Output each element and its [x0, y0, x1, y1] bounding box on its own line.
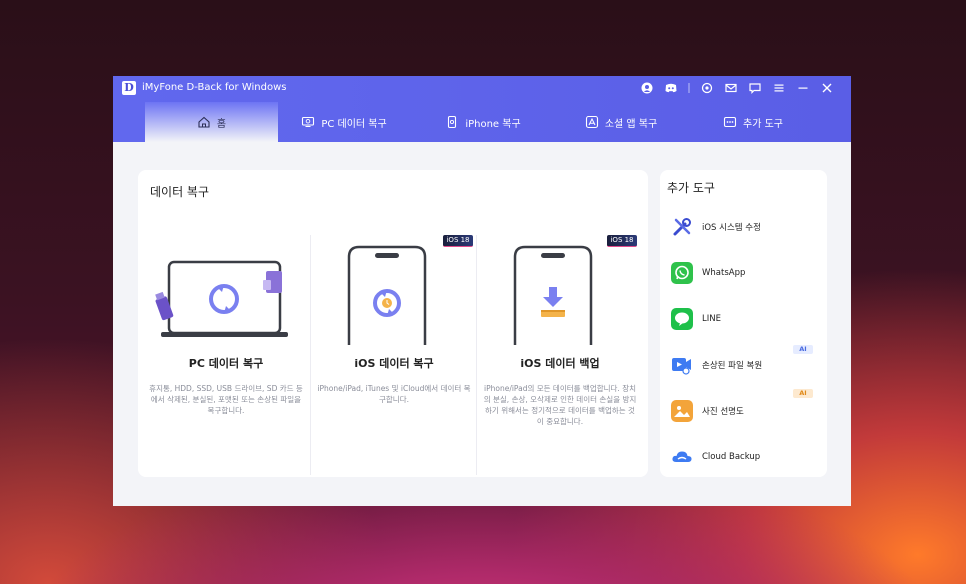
ai-badge: AI	[793, 345, 813, 354]
tool-line[interactable]: LINE	[671, 306, 821, 332]
tool-whatsapp[interactable]: WhatsApp	[671, 260, 821, 286]
panel-title: 데이터 복구	[150, 185, 210, 199]
line-icon	[671, 308, 693, 330]
card-pc-recovery[interactable]: PC 데이터 복구 휴지통, HDD, SSD, USB 드라이브, SD 카드…	[143, 235, 309, 475]
card-desc: iPhone/iPad의 모든 데이터를 백업합니다. 장치의 분실, 손상, …	[483, 384, 637, 426]
ai-badge: AI	[793, 389, 813, 398]
card-title: iOS 데이터 백업	[520, 357, 600, 370]
tool-photo-enhance[interactable]: 사진 선명도 AI	[671, 389, 821, 424]
menu-icon[interactable]	[767, 79, 791, 97]
tab-iphone-recovery[interactable]: iPhone 복구	[433, 102, 533, 142]
minimize-icon[interactable]	[791, 79, 815, 97]
tab-home[interactable]: 홈	[145, 102, 278, 142]
card-title: PC 데이터 복구	[188, 357, 264, 370]
card-ios-recovery[interactable]: iOS 18 iOS 데이터 복구 iPhone/iPad, iTunes 및 …	[310, 235, 477, 475]
tool-file-repair[interactable]: 손상된 파일 복원 AI	[671, 345, 821, 378]
pc-icon	[302, 116, 315, 127]
card-desc: 휴지통, HDD, SSD, USB 드라이브, SD 카드 등에서 삭제된, …	[149, 384, 303, 415]
discord-icon[interactable]	[659, 79, 683, 97]
photo-enhance-icon	[671, 400, 693, 422]
card-title: iOS 데이터 복구	[354, 357, 434, 370]
content-area: 데이터 복구 PC 데이터 복구 휴지통, HDD, SSD, USB 드라이브…	[113, 142, 851, 506]
tab-extra-tools[interactable]: 추가 도구	[713, 102, 793, 142]
iphone-icon	[448, 115, 457, 129]
laptop-illustration	[155, 260, 288, 337]
extra-tools-panel: 추가 도구 iOS 시스템 수정 WhatsApp LINE 손상된 파일 복원…	[660, 170, 827, 477]
card-ios-backup[interactable]: iOS 18 iOS 데이터 백업 iPhone/iPad의 모든 데이터를 백…	[476, 235, 643, 475]
feedback-icon[interactable]	[743, 79, 767, 97]
account-icon[interactable]	[635, 79, 659, 97]
whatsapp-icon	[671, 262, 693, 284]
main-tabs: 홈 PC 데이터 복구 iPhone 복구 소셜 앱 복구 추가 도구	[113, 102, 851, 142]
settings-icon[interactable]	[695, 79, 719, 97]
more-icon	[723, 116, 737, 128]
divider	[683, 79, 695, 97]
tab-social-recovery[interactable]: 소셜 앱 복구	[571, 102, 671, 142]
video-repair-icon	[671, 354, 693, 376]
tools-icon	[671, 216, 693, 238]
card-desc: iPhone/iPad, iTunes 및 iCloud에서 데이터 복구합니다…	[317, 384, 471, 404]
tab-pc-recovery[interactable]: PC 데이터 복구	[288, 102, 400, 142]
phone-illustration	[347, 245, 427, 345]
social-app-icon	[585, 115, 598, 129]
cloud-icon	[671, 446, 693, 468]
tool-ios-system-repair[interactable]: iOS 시스템 수정	[671, 214, 821, 240]
mail-icon[interactable]	[719, 79, 743, 97]
close-icon[interactable]	[815, 79, 839, 97]
app-window: D iMyFone D-Back for Windows 홈 PC 데이터 복구…	[113, 76, 851, 506]
phone-illustration	[513, 245, 593, 345]
data-recovery-panel: 데이터 복구 PC 데이터 복구 휴지통, HDD, SSD, USB 드라이브…	[138, 170, 648, 477]
title-bar: D iMyFone D-Back for Windows 홈 PC 데이터 복구…	[113, 76, 851, 142]
tool-cloud-backup[interactable]: Cloud Backup	[671, 444, 821, 470]
window-controls	[635, 79, 839, 97]
app-title: iMyFone D-Back for Windows	[142, 82, 287, 93]
home-icon	[198, 116, 210, 128]
app-logo: D	[122, 81, 136, 95]
panel-title: 추가 도구	[667, 181, 715, 195]
